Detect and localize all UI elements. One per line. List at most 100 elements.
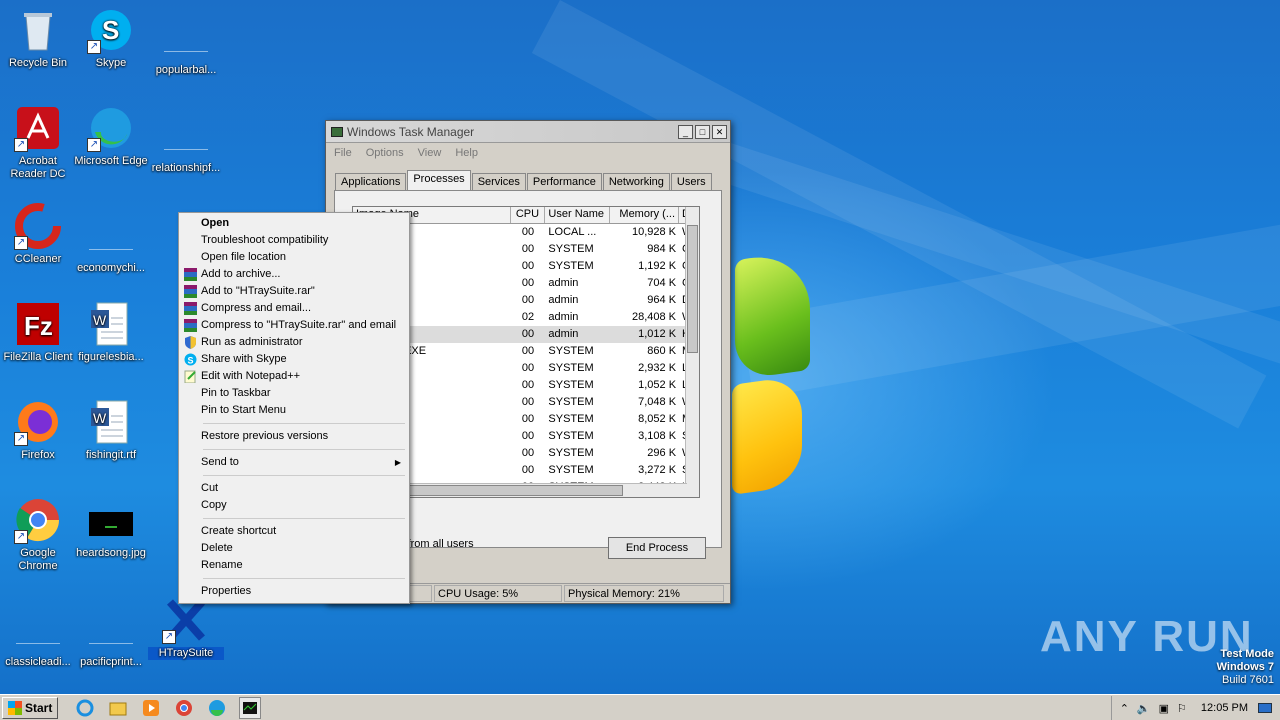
action-center-flag-icon[interactable]: ⚐ [1177, 702, 1187, 715]
menu-item-compress-to-htraysuite-rar-and-email[interactable]: Compress to "HTraySuite.rar" and email [181, 317, 407, 334]
process-user: SYSTEM [548, 345, 594, 357]
menu-item-compress-and-email[interactable]: Compress and email... [181, 300, 407, 317]
menu-item-open[interactable]: Open [181, 215, 407, 232]
desktop[interactable]: Recycle Bin ↗ Acrobat Reader DC ↗ CClean… [0, 0, 1280, 694]
media-player-icon[interactable] [140, 697, 162, 719]
vertical-scrollbar[interactable] [685, 207, 699, 497]
desktop-icon-firefox[interactable]: ↗ Firefox [0, 398, 76, 462]
svg-text:W: W [93, 312, 107, 328]
menu-item-edit-with-notepad[interactable]: Edit with Notepad++ [181, 368, 407, 385]
menu-separator [203, 475, 405, 476]
process-memory: 3,108 K [638, 430, 677, 442]
process-memory: 1,012 K [638, 328, 677, 340]
desktop-icon-popularbal[interactable]: popularbal... [148, 16, 224, 77]
menu-item-label: Add to archive... [201, 268, 281, 280]
tab-networking[interactable]: Networking [602, 173, 670, 191]
menu-item-label: Compress to "HTraySuite.rar" and email [201, 319, 397, 331]
tab-processes[interactable]: Processes [407, 170, 471, 192]
skype-icon: S [184, 353, 197, 366]
ie-icon[interactable] [74, 697, 96, 719]
desktop-icon-chrome[interactable]: ↗ Google Chrome [0, 496, 76, 573]
menu-separator [203, 578, 405, 579]
scroll-thumb[interactable] [383, 485, 623, 496]
process-memory: 704 K [647, 277, 677, 289]
network-icon[interactable]: ▣ [1159, 702, 1169, 715]
process-user: SYSTEM [548, 362, 594, 374]
svg-text:S: S [188, 356, 194, 366]
menu-item-label: Delete [201, 542, 233, 554]
menu-item-troubleshoot-compatibility[interactable]: Troubleshoot compatibility [181, 232, 407, 249]
menu-options[interactable]: Options [366, 147, 404, 159]
start-button[interactable]: Start [2, 696, 59, 719]
submenu-arrow-icon: ▶ [394, 458, 401, 467]
desktop-icon-figurelesbia[interactable]: W figurelesbia... [73, 300, 149, 364]
menu-item-share-with-skype[interactable]: S Share with Skype [181, 351, 407, 368]
menu-bar: File Options View Help [326, 143, 730, 163]
menu-item-label: Add to "HTraySuite.rar" [201, 285, 315, 297]
desktop-icon-economychi[interactable]: economychi... [73, 214, 149, 275]
end-process-button[interactable]: End Process [608, 537, 706, 559]
column-user-name[interactable]: User Name [545, 207, 611, 223]
desktop-icon-recycle-bin[interactable]: Recycle Bin [0, 6, 76, 70]
desktop-icon-fishingit[interactable]: W fishingit.rtf [73, 398, 149, 462]
scroll-thumb[interactable] [687, 225, 698, 353]
desktop-icon-acrobat[interactable]: ↗ Acrobat Reader DC [0, 104, 76, 181]
menu-item-add-to-htraysuite-rar[interactable]: Add to "HTraySuite.rar" [181, 283, 407, 300]
menu-item-create-shortcut[interactable]: Create shortcut [181, 523, 407, 540]
process-cpu: 00 [521, 396, 535, 408]
menu-item-pin-to-taskbar[interactable]: Pin to Taskbar [181, 385, 407, 402]
task-manager-titlebar[interactable]: Windows Task Manager _ □ ✕ [326, 121, 730, 143]
menu-item-copy[interactable]: Copy [181, 497, 407, 514]
close-button[interactable]: ✕ [712, 124, 727, 139]
show-desktop-icon[interactable] [1258, 703, 1272, 713]
menu-separator [203, 423, 405, 424]
desktop-icon-classicleadi[interactable]: classicleadi... [0, 608, 76, 669]
menu-view[interactable]: View [418, 147, 442, 159]
process-user: SYSTEM [548, 413, 594, 425]
task-manager-icon[interactable] [239, 696, 262, 719]
menu-help[interactable]: Help [455, 147, 478, 159]
desktop-icon-pacificprint[interactable]: pacificprint... [73, 608, 149, 669]
menu-item-label: Pin to Taskbar [201, 387, 271, 399]
edge-icon[interactable] [206, 697, 228, 719]
process-cpu: 00 [521, 464, 535, 476]
menu-item-delete[interactable]: Delete [181, 540, 407, 557]
windows-flag-icon [8, 700, 22, 715]
desktop-icon-skype[interactable]: S ↗ Skype [73, 6, 149, 70]
column-memory[interactable]: Memory (... [610, 207, 680, 223]
tab-services[interactable]: Services [471, 173, 526, 191]
volume-icon[interactable]: 🔈 [1137, 702, 1151, 715]
process-memory: 7,048 K [638, 396, 677, 408]
menu-item-open-file-location[interactable]: Open file location [181, 249, 407, 266]
desktop-icon-htraysuite[interactable]: ↗ HTraySuite [148, 596, 224, 660]
menu-item-run-as-administrator[interactable]: Run as administrator [181, 334, 407, 351]
desktop-icon-relationshipf[interactable]: relationshipf... [148, 114, 224, 175]
minimize-button[interactable]: _ [678, 124, 693, 139]
clock[interactable]: 12:05 PM [1201, 702, 1248, 714]
menu-item-properties[interactable]: Properties [181, 583, 407, 600]
menu-item-send-to[interactable]: Send to ▶ [181, 454, 407, 471]
menu-item-rename[interactable]: Rename [181, 557, 407, 574]
desktop-icon-ccleaner[interactable]: ↗ CCleaner [0, 202, 76, 266]
menu-file[interactable]: File [334, 147, 352, 159]
tab-applications[interactable]: Applications [335, 173, 407, 191]
chrome-icon[interactable] [173, 697, 195, 719]
skype-icon: S ↗ [87, 6, 135, 54]
explorer-icon[interactable] [107, 697, 129, 719]
desktop-icon-edge[interactable]: ↗ Microsoft Edge [73, 104, 149, 168]
column-cpu[interactable]: CPU [511, 207, 546, 223]
menu-item-add-to-archive[interactable]: Add to archive... [181, 266, 407, 283]
context-menu: Open Troubleshoot compatibility Open file … [178, 212, 410, 604]
tab-users[interactable]: Users [670, 173, 712, 191]
desktop-icon-filezilla[interactable]: Fz FileZilla Client [0, 300, 76, 364]
menu-item-pin-to-start-menu[interactable]: Pin to Start Menu [181, 402, 407, 419]
tab-performance[interactable]: Performance [526, 173, 602, 191]
menu-item-cut[interactable]: Cut [181, 480, 407, 497]
chrome-icon: ↗ [14, 496, 62, 544]
os-name-label: Windows 7 [1216, 661, 1274, 673]
desktop-icon-heardsong[interactable]: heardsong.jpg [73, 496, 149, 560]
maximize-button[interactable]: □ [695, 124, 710, 139]
menu-item-restore-previous-versions[interactable]: Restore previous versions [181, 428, 407, 445]
process-cpu: 00 [521, 379, 535, 391]
show-hidden-icons-icon[interactable]: ⌃ [1120, 702, 1129, 715]
